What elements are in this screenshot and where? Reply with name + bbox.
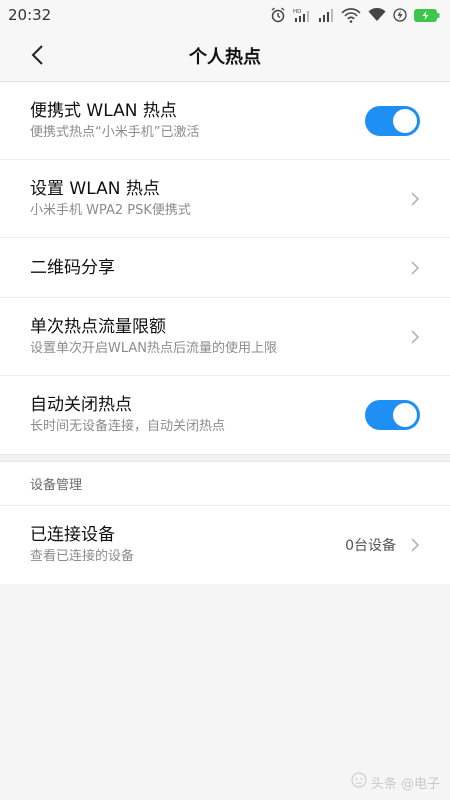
auto-off-toggle[interactable]: [365, 400, 420, 430]
section-divider: [0, 454, 450, 462]
connected-device-count: 0台设备: [345, 538, 396, 554]
status-bar: 20:32 HD: [0, 0, 450, 30]
settings-row-qr-share[interactable]: 二维码分享: [0, 238, 450, 298]
row-title: 设置 WLAN 热点: [30, 178, 160, 199]
svg-text:HD: HD: [293, 9, 301, 15]
page-title: 个人热点: [189, 46, 261, 68]
settings-row-portable-hotspot[interactable]: 便携式 WLAN 热点 便携式热点“小米手机”已激活: [0, 82, 450, 160]
settings-row-setup-hotspot[interactable]: 设置 WLAN 热点 小米手机 WPA2 PSK便携式: [0, 160, 450, 238]
chevron-right-icon: [410, 537, 420, 553]
settings-row-data-limit[interactable]: 单次热点流量限额 设置单次开启WLAN热点后流量的使用上限: [0, 298, 450, 376]
row-title: 自动关闭热点: [30, 395, 132, 415]
row-title: 便携式 WLAN 热点: [30, 100, 177, 121]
settings-row-connected-devices[interactable]: 已连接设备 查看已连接的设备 0台设备: [0, 506, 450, 584]
toggle-knob: [393, 108, 417, 133]
chevron-right-icon: [410, 191, 420, 207]
hotspot-wifi-icon: [341, 7, 361, 23]
watermark-text: 头条 @电子: [370, 776, 440, 792]
row-title: 单次热点流量限额: [30, 316, 166, 337]
row-subtitle: 小米手机 WPA2 PSK便携式: [30, 202, 191, 218]
status-icons: HD: [270, 7, 440, 23]
battery-icon: [414, 8, 440, 22]
chevron-right-icon: [410, 260, 420, 276]
nav-bar: 个人热点: [0, 30, 450, 82]
row-title: 已连接设备: [30, 525, 115, 545]
settings-row-auto-off[interactable]: 自动关闭热点 长时间无设备连接，自动关闭热点: [0, 376, 450, 454]
row-subtitle: 查看已连接的设备: [30, 549, 135, 564]
status-time: 20:32: [8, 6, 52, 24]
section-header-device-management: 设备管理: [0, 462, 450, 506]
toggle-knob: [393, 403, 417, 427]
toutiao-logo-icon: [351, 772, 367, 792]
row-subtitle: 长时间无设备连接，自动关闭热点: [30, 419, 226, 434]
alarm-icon: [270, 7, 286, 23]
chevron-right-icon: [410, 329, 420, 345]
back-button[interactable]: [22, 42, 52, 72]
row-title: 二维码分享: [30, 257, 115, 278]
signal-icon: [318, 8, 334, 22]
watermark: 头条 @电子: [351, 772, 440, 792]
hotspot-settings-group: 便携式 WLAN 热点 便携式热点“小米手机”已激活 设置 WLAN 热点 小米…: [0, 82, 450, 454]
wifi-icon: [368, 8, 386, 22]
hd-signal-icon: HD: [293, 7, 311, 23]
row-subtitle: 便携式热点“小米手机”已激活: [30, 124, 200, 140]
row-subtitle: 设置单次开启WLAN热点后流量的使用上限: [30, 340, 278, 356]
portable-hotspot-toggle[interactable]: [365, 105, 420, 136]
device-group: 已连接设备 查看已连接的设备 0台设备: [0, 506, 450, 584]
chevron-left-icon: [29, 44, 45, 70]
charging-icon: [393, 8, 407, 22]
